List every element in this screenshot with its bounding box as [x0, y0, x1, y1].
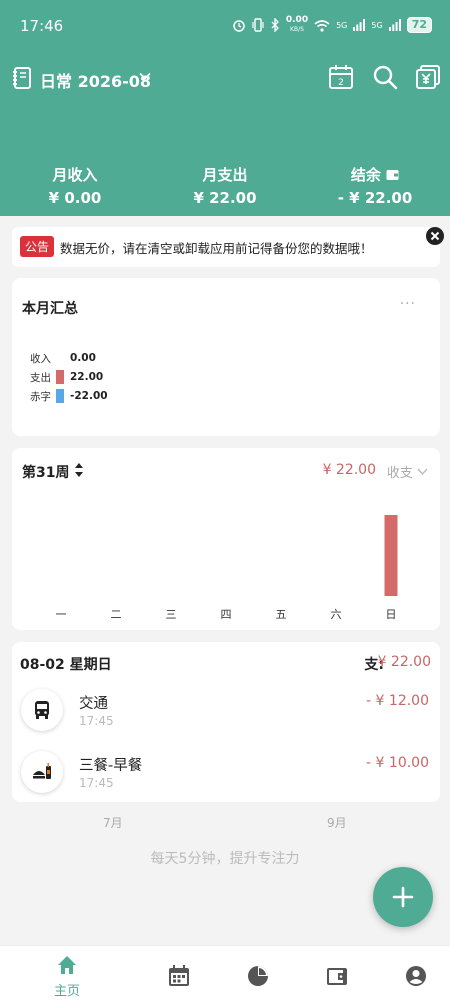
week-day-label: 三: [166, 608, 177, 621]
chevron-down-icon: [417, 468, 428, 476]
day-date: 08-02 星期日: [20, 657, 112, 673]
summary-income[interactable]: 月收入 ¥ 0.00: [0, 164, 150, 208]
chevron-down-icon[interactable]: [138, 69, 152, 83]
search-icon[interactable]: [371, 63, 399, 91]
signal-icon: [353, 19, 366, 31]
nav-wallet[interactable]: [292, 946, 382, 1005]
summary-row-income: 收入 0.00: [30, 351, 96, 365]
account-book-icon[interactable]: [12, 67, 32, 89]
calendar-icon: [169, 965, 189, 986]
currency-bills-icon[interactable]: [414, 63, 442, 91]
week-total: ¥ 22.00: [322, 462, 376, 478]
transaction-time: 17:45: [79, 776, 114, 790]
notice-tag: 公告: [20, 236, 55, 257]
monthly-summary-bar: 月收入 ¥ 0.00 月支出 ¥ 22.00 结余 - ¥ 22.00: [0, 164, 450, 208]
day-total-value: ¥ 22.00: [377, 654, 431, 670]
nav-home[interactable]: 主页: [22, 946, 112, 1005]
bus-icon: [21, 689, 63, 731]
bluetooth-icon: [271, 18, 279, 32]
nav-calendar[interactable]: [134, 946, 224, 1005]
summary-row-expense: 支出 22.00: [30, 370, 104, 384]
vibrate-icon: [252, 18, 264, 32]
week-title[interactable]: 第31周: [22, 462, 69, 482]
book-month-selector[interactable]: 日常 2026-08: [40, 68, 151, 92]
deficit-swatch: [56, 389, 64, 403]
notice-banner: 公告 数据无价，请在清空或卸载应用前记得备份您的数据哦！: [12, 227, 444, 267]
signal-5g-2: 5G: [371, 20, 383, 30]
wallet-icon: [386, 170, 399, 180]
week-day-label: 五: [276, 608, 287, 621]
wallet-icon: [327, 968, 347, 985]
nav-statistics[interactable]: [213, 946, 303, 1005]
week-chart-card: 第31周 ¥ 22.00 收支 一 二 三 四 五 六 日: [12, 448, 440, 630]
notice-text: 数据无价，请在清空或卸载应用前记得备份您的数据哦！: [60, 241, 373, 256]
week-bar-chart: 一二三四五六日: [56, 515, 398, 621]
home-icon: [58, 956, 76, 974]
income-swatch: [56, 351, 64, 365]
network-speed: 0.00 KB/S: [285, 15, 309, 34]
status-icons: 0.00 KB/S 5G 5G 72: [232, 16, 432, 34]
week-day-label: 六: [331, 608, 342, 621]
user-profile-icon: [406, 966, 426, 986]
alarm-icon: [233, 20, 245, 32]
bottom-navigation: 主页: [0, 945, 450, 1005]
summary-expense[interactable]: 月支出 ¥ 22.00: [150, 164, 300, 208]
transaction-amount: - ¥ 12.00: [366, 693, 429, 709]
summary-balance[interactable]: 结余 - ¥ 22.00: [300, 164, 450, 208]
title-bar: 日常 2026-08 2: [0, 60, 450, 96]
transaction-name: 三餐-早餐: [79, 758, 143, 774]
nav-profile[interactable]: [371, 946, 450, 1005]
transaction-amount: - ¥ 10.00: [366, 755, 429, 771]
expense-swatch: [56, 370, 64, 384]
slogan-text: 每天5分钟，提升专注力: [150, 851, 300, 867]
week-filter-dropdown[interactable]: 收支: [387, 462, 428, 481]
signal-icon-2: [388, 19, 401, 31]
next-month-link[interactable]: 9月: [327, 814, 347, 831]
prev-month-link[interactable]: 7月: [103, 814, 123, 831]
week-bar-6[interactable]: [384, 515, 398, 596]
svg-text:2: 2: [338, 78, 344, 88]
calendar-icon[interactable]: 2: [327, 63, 355, 91]
wifi-icon: [314, 19, 330, 32]
week-day-label: 二: [111, 608, 122, 621]
summary-row-deficit: 赤字 -22.00: [30, 389, 108, 403]
more-options-icon[interactable]: ···: [400, 296, 416, 312]
month-summary-title: 本月汇总: [22, 301, 78, 317]
status-bar: 17:46 0.00 KB/S 5G 5G 72: [0, 0, 450, 50]
signal-5g-1: 5G: [336, 20, 348, 30]
week-day-label: 日: [386, 608, 397, 621]
week-day-label: 一: [56, 608, 67, 621]
transaction-time: 17:45: [79, 714, 114, 728]
week-day-label: 四: [221, 608, 232, 621]
month-summary-card: 本月汇总 ··· 收入 0.00 支出 22.00 赤字 -22.00: [12, 278, 440, 436]
day-transactions-card: 08-02 星期日 支: ¥ 22.00 交通 17:45 - ¥ 12.00: [12, 642, 440, 802]
pie-chart-icon: [248, 966, 268, 986]
transaction-row[interactable]: 交通 17:45 - ¥ 12.00: [12, 684, 440, 740]
plus-icon: [392, 886, 414, 908]
app-header: 17:46 0.00 KB/S 5G 5G 72 日常 2026-08 2 月收…: [0, 0, 450, 216]
sort-arrows-icon[interactable]: [74, 462, 84, 478]
close-icon[interactable]: [424, 225, 446, 247]
status-time: 17:46: [20, 17, 64, 35]
add-record-button[interactable]: [373, 867, 433, 927]
transaction-row[interactable]: 三餐-早餐 17:45 - ¥ 10.00: [12, 746, 440, 802]
breakfast-icon: [21, 751, 63, 793]
transaction-name: 交通: [79, 696, 108, 712]
battery-indicator: 72: [406, 17, 432, 33]
